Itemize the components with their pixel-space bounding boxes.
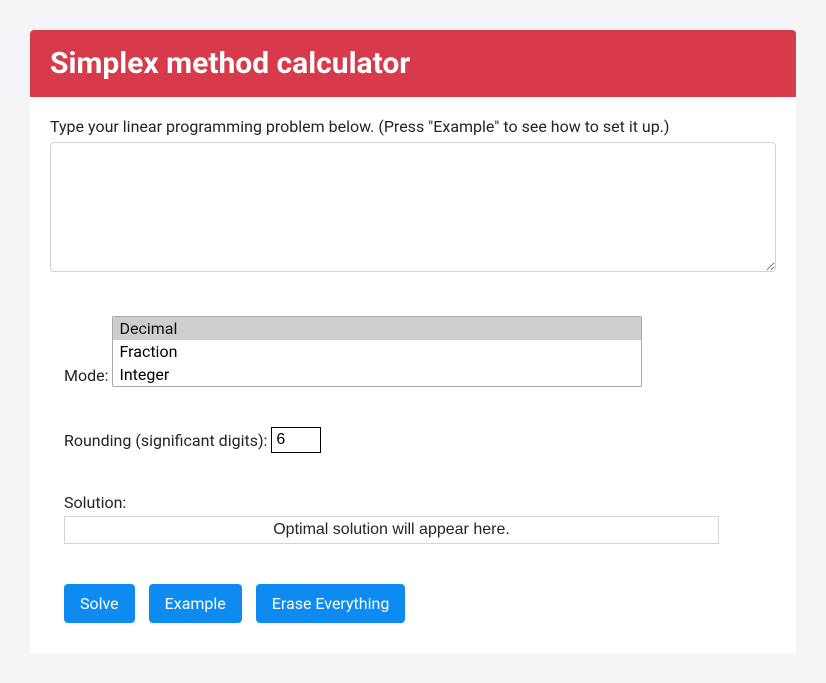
rounding-row: Rounding (significant digits):	[64, 427, 776, 453]
solve-button[interactable]: Solve	[64, 584, 135, 623]
page-title: Simplex method calculator	[50, 46, 776, 81]
mode-row: Mode: Decimal Fraction Integer	[64, 316, 776, 387]
calculator-card: Simplex method calculator Type your line…	[30, 30, 796, 653]
mode-option-fraction[interactable]: Fraction	[113, 340, 641, 363]
mode-option-decimal[interactable]: Decimal	[113, 317, 641, 340]
mode-option-integer[interactable]: Integer	[113, 363, 641, 386]
header: Simplex method calculator	[30, 30, 796, 97]
buttons-row: Solve Example Erase Everything	[64, 584, 776, 623]
rounding-input[interactable]	[271, 427, 321, 453]
mode-label: Mode:	[64, 366, 108, 387]
erase-button[interactable]: Erase Everything	[256, 584, 406, 623]
content-area: Type your linear programming problem bel…	[30, 97, 796, 653]
solution-label: Solution:	[64, 493, 776, 512]
mode-select[interactable]: Decimal Fraction Integer	[112, 316, 642, 387]
instruction-text: Type your linear programming problem bel…	[50, 117, 776, 136]
rounding-label: Rounding (significant digits):	[64, 431, 267, 450]
example-button[interactable]: Example	[149, 584, 242, 623]
solution-output	[64, 516, 719, 544]
problem-input[interactable]	[50, 142, 776, 272]
solution-row: Solution:	[64, 493, 776, 544]
